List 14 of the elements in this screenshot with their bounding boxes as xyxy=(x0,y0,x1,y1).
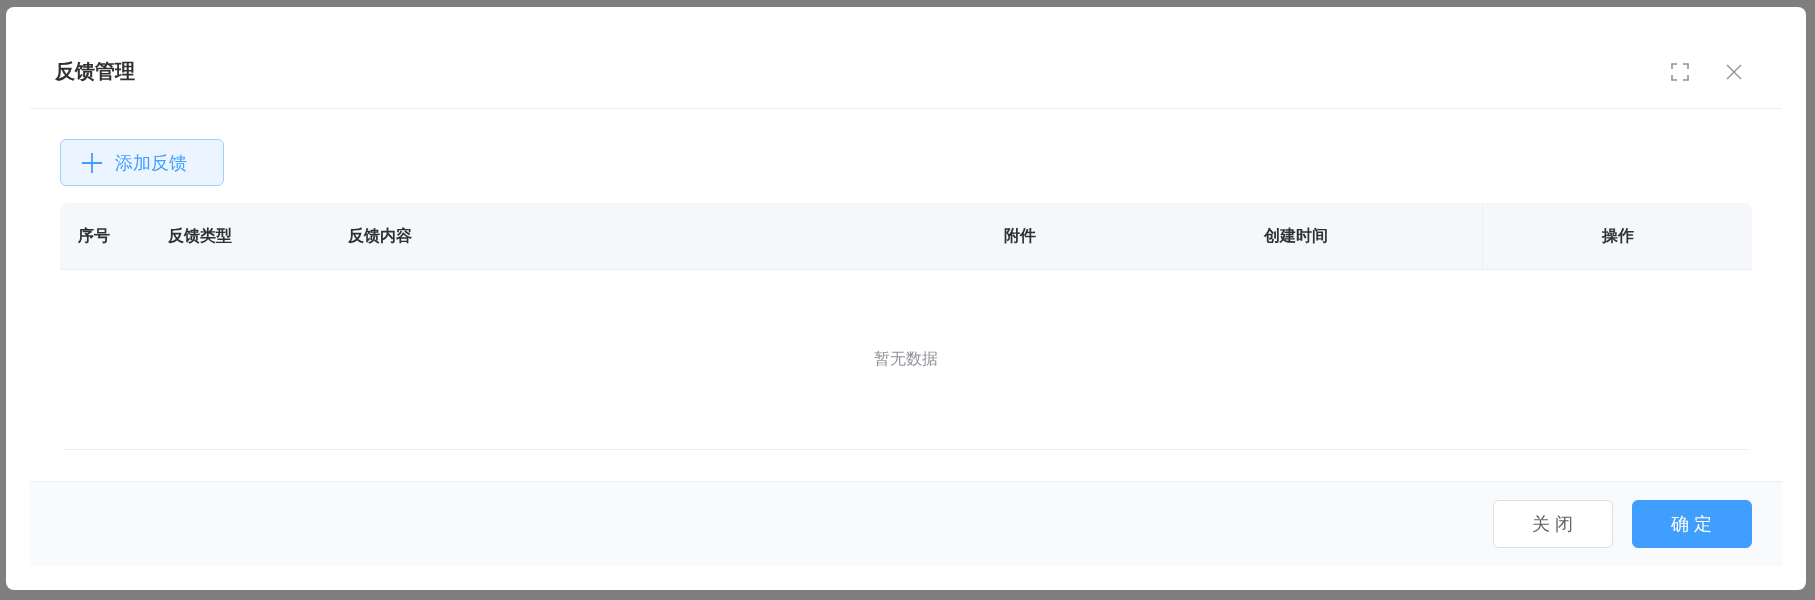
column-header: 操作 xyxy=(1601,225,1634,246)
add-feedback-button[interactable]: 添加反馈 xyxy=(60,139,224,186)
column-header: 创建时间 xyxy=(1264,225,1328,246)
confirm-button[interactable]: 确 定 xyxy=(1632,500,1752,548)
close-button[interactable]: 关 闭 xyxy=(1493,500,1613,548)
plus-icon xyxy=(82,152,102,173)
column-header: 附件 xyxy=(1004,225,1036,246)
column-header: 反馈内容 xyxy=(348,225,412,246)
column-header: 序号 xyxy=(78,225,110,246)
close-icon[interactable] xyxy=(1726,63,1742,80)
column-header: 反馈类型 xyxy=(168,225,232,246)
fullscreen-icon[interactable] xyxy=(1671,62,1689,81)
empty-text: 暂无数据 xyxy=(874,349,938,369)
dialog-title: 反馈管理 xyxy=(55,59,135,84)
